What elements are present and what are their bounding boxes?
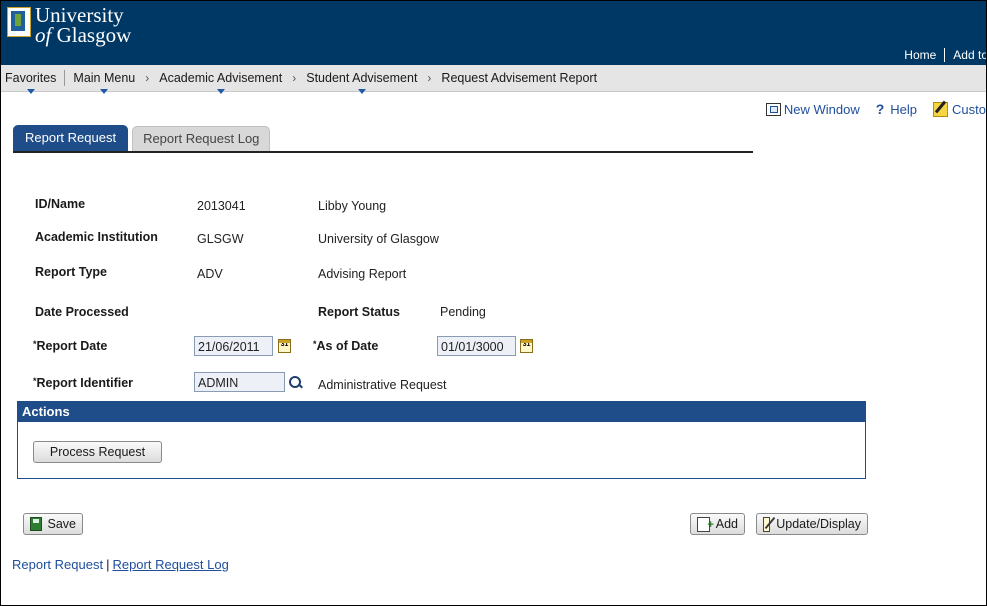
report-identifier-description: Administrative Request bbox=[318, 378, 447, 392]
update-display-button[interactable]: Update/Display bbox=[756, 513, 868, 535]
nav-divider bbox=[64, 70, 66, 86]
add-button[interactable]: Add bbox=[690, 513, 745, 535]
nav-favorites[interactable]: Favorites bbox=[1, 71, 60, 94]
add-to-link[interactable]: Add to bbox=[945, 48, 986, 62]
tab-report-request[interactable]: Report Request bbox=[13, 125, 129, 151]
logo-line1: University bbox=[35, 3, 124, 27]
tab-underline bbox=[13, 151, 753, 153]
logo-line2-name: Glasgow bbox=[56, 23, 132, 47]
nav-student-advisement-label: Student Advisement bbox=[306, 71, 418, 85]
report-date-label-text: Report Date bbox=[36, 339, 108, 353]
as-of-date-field[interactable]: 01/01/3000 bbox=[437, 336, 516, 356]
breadcrumb-separator: › bbox=[145, 71, 150, 85]
customize-pencil-icon bbox=[933, 101, 949, 117]
new-window-link[interactable]: New Window bbox=[765, 101, 860, 117]
report-date-field[interactable]: 21/06/2011 bbox=[194, 336, 273, 356]
actions-panel: Actions bbox=[17, 401, 866, 479]
add-icon bbox=[697, 515, 713, 535]
help-label: Help bbox=[890, 101, 918, 117]
logo-line2-prefix: of bbox=[35, 23, 52, 47]
as-of-date-label: *As of Date bbox=[313, 339, 378, 353]
save-icon bbox=[30, 517, 42, 531]
id-value: 2013041 bbox=[197, 199, 246, 213]
lookup-search-icon[interactable] bbox=[289, 376, 303, 390]
calendar-icon[interactable]: 31 bbox=[520, 339, 533, 353]
id-name-label: ID/Name bbox=[35, 197, 86, 211]
report-identifier-label: *Report Identifier bbox=[33, 376, 133, 390]
nav-main-menu-label: Main Menu bbox=[73, 71, 136, 85]
new-window-label: New Window bbox=[783, 101, 860, 117]
help-icon: ? bbox=[875, 101, 885, 117]
institution-code: GLSGW bbox=[197, 232, 244, 246]
nav-request-advisement-report-label: Request Advisement Report bbox=[441, 71, 598, 85]
university-crest-icon bbox=[7, 7, 31, 37]
report-type-label: Report Type bbox=[35, 265, 107, 279]
footer-links: Report Request | Report Request Log bbox=[12, 557, 229, 572]
update-display-icon bbox=[763, 516, 771, 532]
footer-report-request-log-link[interactable]: Report Request Log bbox=[112, 557, 228, 572]
institution-name: University of Glasgow bbox=[318, 232, 439, 246]
chevron-down-icon bbox=[357, 89, 366, 94]
breadcrumb-nav: Favorites Main Menu › Academic Advisemen… bbox=[1, 65, 986, 94]
name-value: Libby Young bbox=[318, 199, 387, 213]
as-of-date-label-text: As of Date bbox=[316, 339, 379, 353]
nav-main-menu[interactable]: Main Menu bbox=[69, 71, 139, 94]
save-button[interactable]: Save bbox=[23, 513, 83, 535]
institution-label: Academic Institution bbox=[35, 230, 158, 244]
university-logo[interactable]: University of Glasgow bbox=[7, 3, 132, 47]
breadcrumb-separator: › bbox=[427, 71, 432, 85]
chevron-down-icon bbox=[26, 89, 35, 94]
add-label: Add bbox=[715, 517, 738, 531]
customize-link[interactable]: Custo bbox=[933, 101, 986, 117]
update-display-label: Update/Display bbox=[776, 517, 861, 531]
report-status-value: Pending bbox=[440, 305, 486, 319]
report-identifier-label-text: Report Identifier bbox=[36, 376, 134, 390]
report-type-code: ADV bbox=[197, 267, 223, 281]
logo-line2: of Glasgow bbox=[35, 23, 132, 47]
report-identifier-field[interactable]: ADMIN bbox=[194, 372, 285, 392]
footer-current-page: Report Request bbox=[12, 557, 104, 572]
nav-academic-advisement-label: Academic Advisement bbox=[159, 71, 283, 85]
process-request-button[interactable]: Process Request bbox=[33, 441, 162, 463]
calendar-icon[interactable]: 31 bbox=[278, 339, 291, 353]
home-link[interactable]: Home bbox=[896, 48, 944, 62]
breadcrumb-separator: › bbox=[292, 71, 297, 85]
help-link[interactable]: ? Help bbox=[876, 101, 917, 117]
logo-text: University of Glasgow bbox=[35, 3, 132, 47]
report-status-label: Report Status bbox=[318, 305, 400, 319]
nav-academic-advisement[interactable]: Academic Advisement bbox=[155, 71, 286, 94]
page-tabs: Report Request Report Request Log bbox=[13, 125, 274, 151]
university-header: University of Glasgow Home Add to bbox=[1, 1, 986, 65]
report-date-label: *Report Date bbox=[33, 339, 107, 353]
chevron-down-icon bbox=[216, 89, 225, 94]
nav-student-advisement[interactable]: Student Advisement bbox=[302, 71, 421, 94]
report-type-name: Advising Report bbox=[318, 267, 407, 281]
page-frame: University of Glasgow Home Add to Favori… bbox=[0, 0, 987, 606]
actions-panel-title: Actions bbox=[18, 402, 865, 422]
tab-report-request-log[interactable]: Report Request Log bbox=[132, 126, 271, 151]
chevron-down-icon bbox=[100, 89, 109, 94]
save-label: Save bbox=[47, 517, 77, 531]
nav-request-advisement-report[interactable]: Request Advisement Report bbox=[437, 71, 601, 85]
header-links: Home Add to bbox=[896, 48, 986, 62]
customize-label: Custo bbox=[952, 101, 986, 117]
new-window-icon bbox=[765, 102, 781, 116]
date-processed-label: Date Processed bbox=[35, 305, 129, 319]
page-toolbar: New Window ? Help Custo bbox=[750, 101, 986, 117]
nav-favorites-label: Favorites bbox=[5, 71, 57, 85]
